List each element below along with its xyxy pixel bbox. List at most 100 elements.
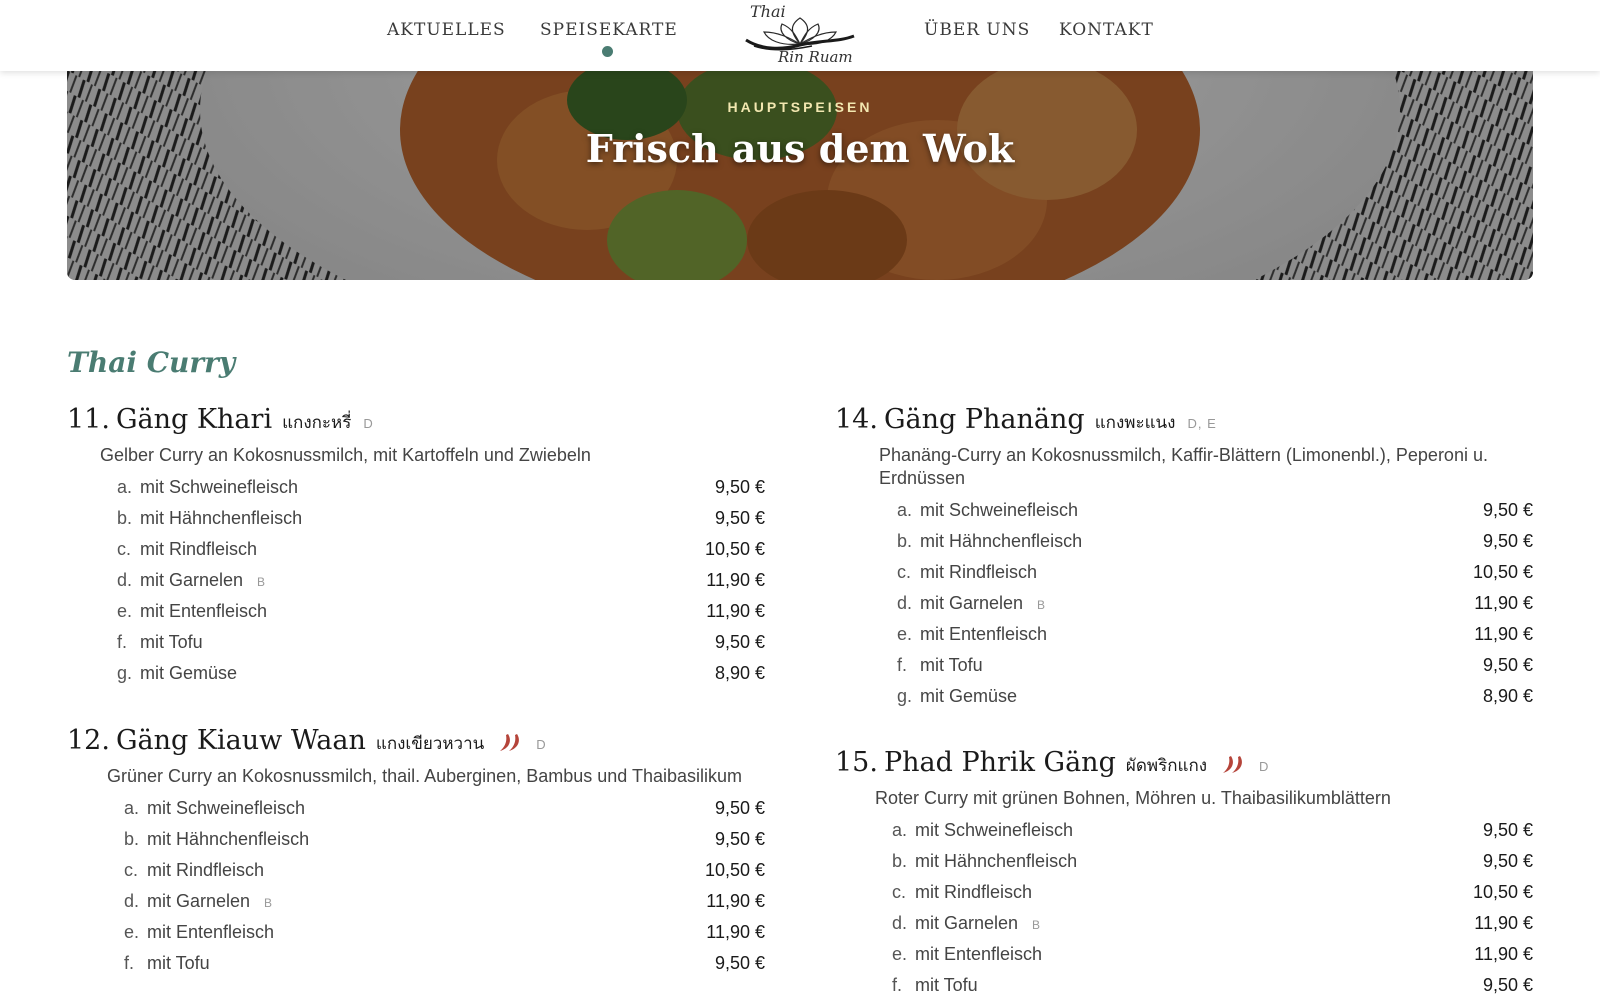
variant-label: mit Garnelen B — [147, 891, 272, 912]
variant-label: mit Rindfleisch — [140, 539, 257, 560]
hero-title: Frisch aus dem Wok — [585, 126, 1015, 171]
variant-letter: f. — [892, 975, 903, 995]
variant-label: mit Tofu — [140, 632, 203, 653]
variant-name: mit Hähnchenfleisch — [915, 851, 1078, 871]
variant-row: d. mit Garnelen B 11,90 € — [897, 589, 1533, 620]
variant-price: 9,50 € — [1482, 500, 1533, 520]
variant-letter: a. — [897, 500, 913, 520]
variant-letter: f. — [124, 953, 135, 973]
variant-row: b. mit Hähnchenfleisch 9,50 € — [124, 825, 765, 856]
variant-label: mit Tofu — [147, 953, 210, 974]
variant-name: mit Schweinefleisch — [147, 798, 306, 818]
variant-price: 9,50 € — [1482, 975, 1533, 995]
variant-name: mit Garnelen — [147, 891, 251, 911]
variant-name: mit Tofu — [915, 975, 978, 995]
variant-name: mit Rindfleisch — [147, 860, 265, 880]
variant-price: 9,50 € — [714, 477, 765, 497]
variant-name: mit Hähnchenfleisch — [140, 508, 303, 528]
dish-description: Phanäng-Curry an Kokosnussmilch, Kaffir-… — [879, 445, 1488, 488]
variant-name: mit Schweinefleisch — [140, 477, 299, 497]
variant-row: e. mit Entenfleisch 11,90 € — [892, 940, 1533, 971]
dish-variant-list: a. mit Schweinefleisch 9,50 € b. mit Hähnche… — [124, 794, 765, 980]
variant-price: 8,90 € — [1482, 686, 1533, 706]
variant-price: 11,90 € — [1474, 944, 1533, 964]
variant-price: 10,50 € — [704, 860, 765, 880]
nav-link-aktuelles[interactable]: AKTUELLES — [387, 20, 506, 40]
site-logo[interactable]: Thai Rin Ruam — [742, 2, 858, 68]
hero-kicker: HAUPTSPEISEN — [727, 99, 873, 115]
variant-price: 8,90 € — [714, 663, 765, 683]
variant-name: mit Tofu — [140, 632, 203, 652]
variant-label: mit Garnelen B — [920, 593, 1045, 614]
variant-letter: c. — [124, 860, 139, 880]
dish-thai-name: แกงกะหรี่ — [282, 413, 352, 433]
dish-name: Gäng Khari — [115, 404, 273, 435]
nav-link-kontakt[interactable]: KONTAKT — [1059, 20, 1154, 40]
variant-row: f. mit Tofu 9,50 € — [892, 971, 1533, 1000]
variant-row: g. mit Gemüse 8,90 € — [897, 682, 1533, 713]
variant-label: mit Schweinefleisch — [140, 477, 298, 498]
dish-heading: 14. Gäng Phanäng แกงพะแนง D, E — [835, 404, 1533, 440]
variant-row: d. mit Garnelen B 11,90 € — [117, 566, 765, 597]
variant-letter: a. — [892, 820, 908, 840]
variant-row: e. mit Entenfleisch 11,90 € — [117, 597, 765, 628]
variant-row: b. mit Hähnchenfleisch 9,50 € — [892, 847, 1533, 878]
variant-label: mit Hähnchenfleisch — [147, 829, 309, 850]
variant-letter: e. — [892, 944, 908, 964]
variant-allergen-code: B — [1032, 918, 1041, 932]
variant-row: b. mit Hähnchenfleisch 9,50 € — [897, 527, 1533, 558]
dish-heading: 12. Gäng Kiauw Waan แกงเขียวหวาน D — [67, 725, 765, 761]
variant-row: c. mit Rindfleisch 10,50 € — [897, 558, 1533, 589]
variant-name: mit Garnelen — [920, 593, 1024, 613]
nav-link-ueber-uns[interactable]: ÜBER UNS — [924, 20, 1030, 40]
variant-name: mit Garnelen — [140, 570, 244, 590]
variant-letter: e. — [117, 601, 133, 621]
variant-row: b. mit Hähnchenfleisch 9,50 € — [117, 504, 765, 535]
variant-label: mit Entenfleisch — [140, 601, 267, 622]
variant-row: e. mit Entenfleisch 11,90 € — [897, 620, 1533, 651]
dish-description: Grüner Curry an Kokosnussmilch, thail. A… — [107, 766, 742, 786]
variant-letter: a. — [117, 477, 133, 497]
dish-allergen-code: D — [536, 737, 547, 752]
variant-letter: e. — [897, 624, 913, 644]
variant-label: mit Entenfleisch — [920, 624, 1047, 645]
dish-number: 15. — [835, 747, 878, 778]
variant-label: mit Hähnchenfleisch — [920, 531, 1082, 552]
dish-thai-name: แกงพะแนง — [1094, 413, 1176, 433]
variant-price: 9,50 € — [714, 829, 765, 849]
variant-row: f. mit Tofu 9,50 € — [124, 949, 765, 980]
variant-name: mit Hähnchenfleisch — [147, 829, 310, 849]
variant-name: mit Rindfleisch — [915, 882, 1033, 902]
variant-price: 11,90 € — [706, 601, 765, 621]
dish-allergen-code: D — [1259, 759, 1270, 774]
variant-name: mit Gemüse — [140, 663, 238, 683]
variant-letter: f. — [117, 632, 128, 652]
variant-row: f. mit Tofu 9,50 € — [117, 628, 765, 659]
variant-name: mit Tofu — [920, 655, 983, 675]
variant-label: mit Rindfleisch — [915, 882, 1032, 903]
variant-price: 9,50 € — [714, 508, 765, 528]
variant-name: mit Rindfleisch — [920, 562, 1038, 582]
variant-label: mit Tofu — [920, 655, 983, 676]
hero-banner: HAUPTSPEISEN Frisch aus dem Wok — [67, 70, 1533, 280]
variant-price: 10,50 € — [1472, 562, 1533, 582]
variant-row: e. mit Entenfleisch 11,90 € — [124, 918, 765, 949]
variant-letter: g. — [117, 663, 133, 683]
variant-label: mit Rindfleisch — [920, 562, 1037, 583]
variant-price: 9,50 € — [1482, 531, 1533, 551]
variant-letter: b. — [117, 508, 133, 528]
variant-name: mit Schweinefleisch — [915, 820, 1074, 840]
variant-label: mit Entenfleisch — [147, 922, 274, 943]
variant-label: mit Schweinefleisch — [915, 820, 1073, 841]
variant-name: mit Hähnchenfleisch — [920, 531, 1083, 551]
chili-spicy-icon — [1223, 755, 1242, 773]
variant-name: mit Gemüse — [920, 686, 1018, 706]
dish-thai-name: แกงเขียวหวาน — [375, 734, 485, 754]
dish-allergen-code: D — [363, 416, 374, 431]
dish-number: 14. — [835, 404, 878, 435]
dish-variant-list: a. mit Schweinefleisch 9,50 € b. mit Hähnche… — [892, 816, 1533, 1000]
variant-row: f. mit Tofu 9,50 € — [897, 651, 1533, 682]
nav-link-speisekarte[interactable]: SPEISEKARTE — [540, 20, 678, 40]
variant-price: 11,90 € — [1474, 593, 1533, 613]
menu-dish: 12. Gäng Kiauw Waan แกงเขียวหวาน D Grüner Cu… — [67, 725, 765, 980]
